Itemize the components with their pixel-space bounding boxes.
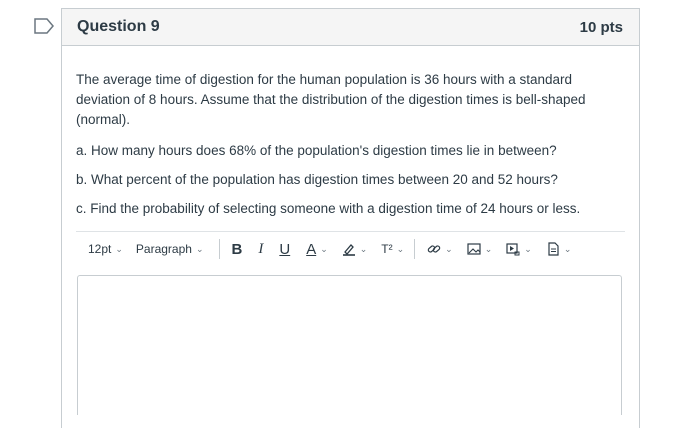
- question-body: The average time of digestion for the hu…: [62, 46, 639, 415]
- answer-editor[interactable]: [77, 275, 622, 415]
- underline-button[interactable]: U: [279, 241, 290, 258]
- chevron-down-icon: ⌄: [484, 243, 493, 254]
- font-size-label: 12pt: [88, 242, 112, 256]
- question-points: 10 pts: [579, 18, 623, 36]
- media-button[interactable]: ⌄: [506, 242, 532, 256]
- underline-icon: U: [279, 240, 291, 258]
- toolbar-divider: [218, 239, 220, 259]
- question-card: Question 9 10 pts The average time of di…: [61, 8, 640, 428]
- media-icon: [506, 242, 520, 256]
- chevron-down-icon: ⌄: [195, 243, 204, 254]
- superscript-button[interactable]: T² ⌄: [381, 242, 404, 256]
- italic-icon: I: [258, 240, 264, 257]
- text-color-icon: A: [306, 240, 317, 258]
- question-text: The average time of digestion for the hu…: [76, 70, 625, 219]
- chevron-down-icon: ⌄: [115, 243, 123, 254]
- paragraph-dropdown[interactable]: Paragraph ⌄: [136, 242, 204, 256]
- chevron-down-icon: ⌄: [445, 243, 453, 254]
- text-color-button[interactable]: A ⌄: [306, 241, 328, 258]
- question-part-c: c. Find the probability of selecting som…: [76, 201, 581, 216]
- rich-text-toolbar: 12pt ⌄ Paragraph ⌄ B I U A ⌄ ⌄ T² ⌄ ⌄ ⌄ …: [76, 231, 625, 266]
- italic-button[interactable]: I: [258, 241, 263, 258]
- toolbar-divider: [414, 239, 416, 259]
- chevron-down-icon: ⌄: [320, 243, 328, 254]
- document-button[interactable]: ⌄: [546, 242, 572, 256]
- flag-question-icon[interactable]: [33, 17, 55, 35]
- question-intro: The average time of digestion for the hu…: [76, 72, 586, 127]
- chevron-down-icon: ⌄: [563, 243, 572, 254]
- question-part-b: b. What percent of the population has di…: [76, 172, 558, 187]
- link-icon: [427, 242, 441, 256]
- font-size-dropdown[interactable]: 12pt ⌄: [88, 242, 123, 256]
- chevron-down-icon: ⌄: [524, 243, 532, 254]
- image-icon: [467, 242, 481, 256]
- question-title: Question 9: [77, 18, 160, 35]
- highlight-color-button[interactable]: ⌄: [342, 242, 368, 256]
- highlight-icon: [342, 242, 356, 256]
- superscript-icon: T²: [381, 242, 393, 256]
- chevron-down-icon: ⌄: [359, 243, 368, 254]
- bold-button[interactable]: B: [232, 241, 243, 258]
- image-button[interactable]: ⌄: [467, 242, 493, 256]
- paragraph-label: Paragraph: [135, 242, 192, 256]
- chevron-down-icon: ⌄: [396, 243, 405, 254]
- bold-icon: B: [231, 240, 243, 258]
- question-part-a: a. How many hours does 68% of the popula…: [76, 143, 557, 158]
- document-icon: [546, 242, 560, 256]
- link-button[interactable]: ⌄: [427, 242, 453, 256]
- question-header: Question 9 10 pts: [62, 9, 639, 46]
